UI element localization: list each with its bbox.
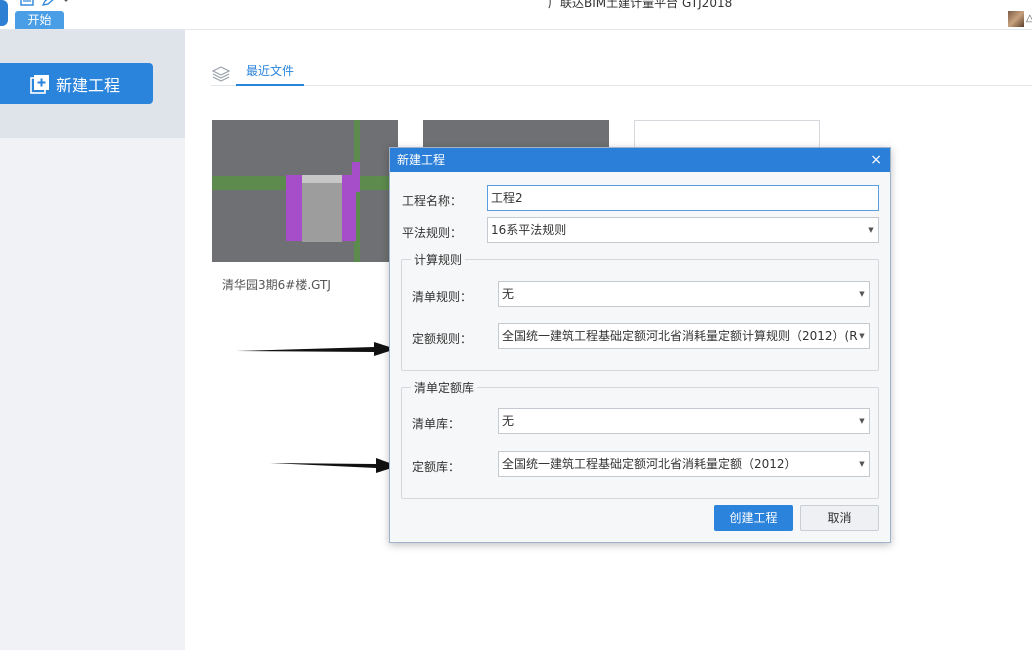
chevron-down-icon: ▼ [867, 218, 875, 242]
create-project-button[interactable]: 创建工程 [714, 505, 793, 531]
quota-library-label: 定额库： [412, 460, 461, 474]
new-project-dialog: 新建工程 × 工程名称： 工程2 平法规则： 16系平法规则 ▼ 计算规则 清单… [389, 147, 891, 543]
bill-quota-library-group: 清单定额库 清单库： 无 ▼ 定额库： 全国统一建筑工程基础定额河北省消耗量定额… [401, 379, 879, 499]
recent-tab-bar: 最近文件 [211, 58, 1032, 86]
chevron-down-icon: ▼ [858, 282, 866, 306]
chevron-down-icon: ▼ [858, 324, 866, 348]
rule-label: 平法规则： [402, 226, 463, 240]
bill-quota-library-group-title: 清单定额库 [411, 379, 478, 396]
window-title: 广联达BIM土建计量平台 GTJ2018 [548, 0, 733, 10]
model-preview-image [212, 120, 398, 262]
annotation-arrow [270, 458, 398, 473]
sidebar: 新建工程 [0, 30, 185, 650]
calc-rules-group: 计算规则 清单规则： 无 ▼ 定额规则： 全国统一建筑工程基础定额河北省消耗量定… [401, 251, 879, 371]
save-icon[interactable] [20, 0, 34, 6]
app-window: 开始 广联达BIM土建计量平台 GTJ2018 △ 新建工程 最近文件 清华园3… [0, 0, 1032, 650]
close-icon[interactable]: × [870, 148, 882, 172]
cancel-button[interactable]: 取消 [800, 505, 879, 531]
chevron-down-icon: ▼ [858, 452, 866, 476]
bill-rule-select-value: 无 [502, 287, 515, 301]
recent-file-name[interactable]: 清华园3期6#楼.GTJ [222, 276, 331, 293]
bill-library-select-value: 无 [502, 414, 515, 428]
edit-icon[interactable] [42, 0, 56, 6]
quota-library-select[interactable]: 全国统一建筑工程基础定额河北省消耗量定额（2012） ▼ [498, 451, 870, 477]
project-name-input[interactable]: 工程2 [487, 185, 879, 211]
user-menu-icon[interactable]: △ [1026, 13, 1032, 23]
bill-library-label: 清单库： [412, 417, 461, 431]
tab-start[interactable]: 开始 [15, 11, 64, 29]
new-project-icon [30, 74, 49, 94]
new-project-label: 新建工程 [56, 75, 121, 95]
dialog-title: 新建工程 [397, 153, 446, 167]
app-logo [0, 0, 8, 26]
rule-select[interactable]: 16系平法规则 ▼ [487, 217, 879, 243]
calc-rules-group-title: 计算规则 [411, 251, 466, 268]
sidebar-header: 新建工程 [0, 30, 185, 138]
tab-recent-files[interactable]: 最近文件 [236, 58, 305, 86]
layers-icon [211, 66, 231, 82]
bill-rule-label: 清单规则： [412, 290, 473, 304]
chevron-down-icon: ▼ [858, 409, 866, 433]
project-name-label: 工程名称： [402, 194, 463, 208]
quota-rule-select[interactable]: 全国统一建筑工程基础定额河北省消耗量定额计算规则（2012）(R: ▼ [498, 323, 870, 349]
avatar[interactable] [1008, 11, 1024, 27]
quota-library-select-value: 全国统一建筑工程基础定额河北省消耗量定额（2012） [502, 457, 797, 471]
title-bar: 开始 广联达BIM土建计量平台 GTJ2018 △ [0, 0, 1032, 30]
quota-rule-select-value: 全国统一建筑工程基础定额河北省消耗量定额计算规则（2012）(R: [502, 329, 862, 343]
rule-select-value: 16系平法规则 [491, 223, 567, 237]
dialog-title-bar: 新建工程 × [390, 148, 890, 172]
bill-library-select[interactable]: 无 ▼ [498, 408, 870, 434]
recent-file-thumbnail[interactable] [212, 120, 398, 262]
quota-rule-label: 定额规则： [412, 332, 473, 346]
new-project-button[interactable]: 新建工程 [0, 63, 153, 104]
annotation-arrow [236, 342, 396, 356]
bill-rule-select[interactable]: 无 ▼ [498, 281, 870, 307]
dropdown-icon[interactable] [62, 0, 70, 6]
